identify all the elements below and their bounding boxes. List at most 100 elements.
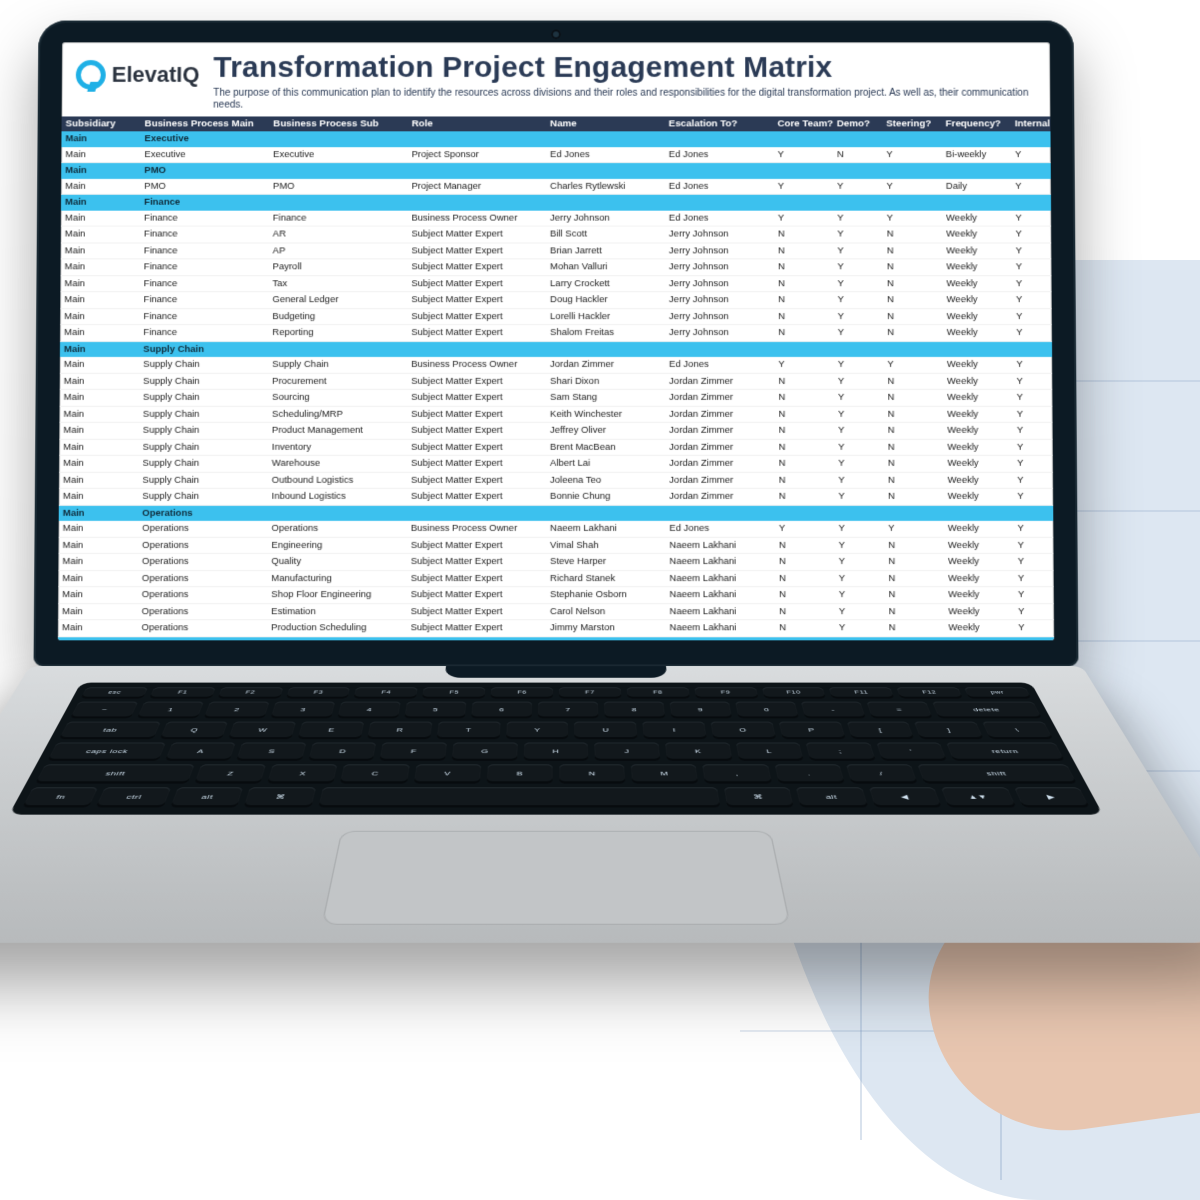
table-cell: Manufacturing	[267, 570, 406, 587]
keyboard-key[interactable]: ◀	[868, 787, 941, 807]
keyboard-key[interactable]: ⌘	[724, 787, 794, 807]
keyboard-key[interactable]: E	[298, 722, 364, 739]
table-row: MainFinancePayrollSubject Matter ExpertM…	[60, 259, 1051, 275]
keyboard-key[interactable]: 9	[670, 702, 733, 719]
table-cell: Y	[1014, 620, 1054, 637]
keyboard-key[interactable]: 6	[471, 702, 532, 719]
keyboard-key[interactable]: U	[575, 722, 638, 739]
keyboard-key[interactable]: alt	[170, 787, 243, 807]
keyboard-key[interactable]: 3	[271, 702, 336, 719]
keyboard-key[interactable]: ~	[70, 702, 138, 719]
table-cell: Y	[834, 423, 884, 439]
keyboard-key[interactable]: T	[436, 722, 500, 739]
keyboard-key[interactable]: 0	[735, 702, 799, 719]
table-cell: Subject Matter Expert	[407, 439, 546, 455]
keyboard-key[interactable]: F4	[354, 687, 418, 698]
keyboard-key[interactable]: F7	[559, 687, 621, 698]
keyboard-key[interactable]: ]	[914, 722, 984, 739]
table-cell: Weekly	[944, 603, 1014, 620]
keyboard-key[interactable]: F12	[897, 687, 963, 698]
keyboard-key[interactable]: F	[380, 743, 447, 761]
table-cell: Weekly	[944, 620, 1014, 637]
keyboard: escF1F2F3F4F5F6F7F8F9F10F11F12pwr~123456…	[9, 683, 1103, 815]
keyboard-key[interactable]: 2	[204, 702, 270, 719]
keyboard-key[interactable]: alt	[796, 787, 868, 807]
keyboard-key[interactable]: F8	[627, 687, 690, 698]
keyboard-key[interactable]: M	[631, 764, 699, 783]
keyboard-key[interactable]: Y	[506, 722, 569, 739]
keyboard-key[interactable]: return	[946, 743, 1064, 761]
trackpad[interactable]	[322, 831, 791, 925]
keyboard-key[interactable]: I	[643, 722, 707, 739]
keyboard-key[interactable]: ▲▼	[941, 787, 1016, 807]
keyboard-key[interactable]: Q	[159, 722, 228, 739]
table-cell: Operations	[138, 554, 267, 571]
keyboard-key[interactable]: shift	[917, 764, 1077, 783]
table-cell: N	[775, 554, 835, 571]
keyboard-key[interactable]: tab	[59, 722, 161, 739]
keyboard-key[interactable]: \	[982, 722, 1053, 739]
keyboard-key[interactable]: 8	[604, 702, 665, 719]
table-cell: Y	[1014, 554, 1054, 571]
table-cell: Main	[61, 179, 140, 195]
table-cell: Jimmy Marston	[546, 620, 666, 637]
keyboard-key[interactable]: 4	[337, 702, 400, 719]
keyboard-key[interactable]: F3	[286, 687, 351, 698]
keyboard-key[interactable]: .	[774, 764, 845, 783]
keyboard-key[interactable]: N	[559, 764, 625, 783]
table-cell: Y	[833, 243, 883, 259]
table-cell: Engineering	[267, 537, 406, 554]
keyboard-key[interactable]: ;	[806, 743, 876, 761]
table-cell: Y	[834, 325, 884, 341]
keyboard-key[interactable]: ▶	[1013, 787, 1089, 807]
keyboard-key[interactable]: '	[876, 743, 947, 761]
keyboard-key[interactable]: 5	[404, 702, 466, 719]
keyboard-key[interactable]: O	[711, 722, 777, 739]
keyboard-key[interactable]: -	[801, 702, 866, 719]
keyboard-key[interactable]: F6	[491, 687, 553, 698]
keyboard-key[interactable]	[318, 787, 720, 807]
keyboard-key[interactable]: A	[165, 743, 236, 761]
keyboard-key[interactable]: shift	[35, 764, 195, 783]
keyboard-key[interactable]: S	[236, 743, 306, 761]
keyboard-key[interactable]: D	[308, 743, 377, 761]
keyboard-key[interactable]: J	[594, 743, 660, 761]
keyboard-key[interactable]: R	[367, 722, 432, 739]
keyboard-key[interactable]: F1	[149, 687, 215, 698]
keyboard-key[interactable]: L	[735, 743, 804, 761]
keyboard-key[interactable]: esc	[81, 687, 148, 698]
keyboard-key[interactable]: ctrl	[96, 787, 171, 807]
keyboard-key[interactable]: ⌘	[244, 787, 316, 807]
table-row: MainFinanceTaxSubject Matter ExpertLarry…	[60, 276, 1051, 292]
table-cell: Naeem Lakhani	[666, 620, 776, 637]
keyboard-key[interactable]: [	[846, 722, 914, 739]
keyboard-key[interactable]: G	[452, 743, 518, 761]
keyboard-key[interactable]: H	[523, 743, 588, 761]
keyboard-key[interactable]: C	[340, 764, 409, 783]
keyboard-key[interactable]: 7	[538, 702, 598, 719]
keyboard-key[interactable]: K	[665, 743, 732, 761]
keyboard-key[interactable]: pwr	[964, 687, 1031, 698]
keyboard-key[interactable]: caps lock	[47, 743, 165, 761]
keyboard-key[interactable]: =	[866, 702, 932, 719]
keyboard-key[interactable]: 1	[137, 702, 204, 719]
keyboard-key[interactable]: fn	[22, 787, 98, 807]
keyboard-key[interactable]: /	[846, 764, 918, 783]
keyboard-key[interactable]: V	[413, 764, 481, 783]
keyboard-key[interactable]: F11	[829, 687, 895, 698]
keyboard-key[interactable]: W	[229, 722, 297, 739]
keyboard-key[interactable]: F5	[422, 687, 485, 698]
keyboard-key[interactable]: P	[778, 722, 845, 739]
keyboard-key[interactable]: delete	[932, 702, 1042, 719]
keyboard-key[interactable]: F9	[694, 687, 758, 698]
keyboard-key[interactable]: B	[486, 764, 552, 783]
keyboard-key[interactable]: ,	[703, 764, 772, 783]
table-cell: Y	[1011, 147, 1051, 163]
keyboard-key[interactable]: X	[267, 764, 338, 783]
table-cell: N	[884, 489, 944, 506]
keyboard-key[interactable]: F2	[217, 687, 283, 698]
table-cell: Main	[60, 308, 139, 324]
keyboard-key[interactable]: F10	[762, 687, 827, 698]
keyboard-key[interactable]: Z	[194, 764, 266, 783]
table-cell: N	[775, 489, 835, 506]
